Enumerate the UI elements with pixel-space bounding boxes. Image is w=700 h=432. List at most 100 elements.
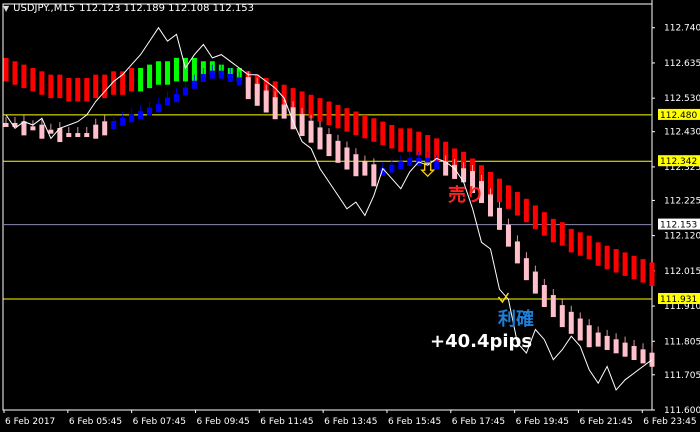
band-bar [371, 164, 377, 187]
cloud-bar [586, 235, 592, 260]
band-bar [272, 97, 278, 120]
cloud-bar [416, 131, 422, 156]
band-bar [604, 335, 610, 350]
y-tick-label: 111.705 [664, 371, 700, 381]
cloud-bar [496, 178, 502, 203]
cloud-bar [353, 111, 359, 136]
price-chart[interactable]: 112.740112.635112.530112.430112.325112.2… [0, 0, 700, 432]
band-bar [640, 349, 646, 364]
cloud-bar [613, 249, 619, 273]
x-tick-label: 6 Feb 09:45 [196, 417, 249, 427]
cloud-bar [48, 74, 54, 99]
band-bar [613, 339, 619, 354]
band-bar [335, 140, 341, 163]
cloud-bar [595, 242, 601, 266]
band-bar [93, 124, 99, 139]
band-bar [353, 154, 359, 177]
y-tick-label: 111.600 [664, 406, 700, 416]
cloud-bar [102, 74, 108, 99]
band-bar [299, 113, 305, 136]
band-bar [389, 164, 395, 173]
band-bar [488, 194, 493, 217]
x-tick-label: 6 Feb 21:45 [579, 417, 632, 427]
band-bar [84, 133, 90, 138]
band-bar [577, 318, 583, 341]
x-tick-label: 6 Feb 19:45 [516, 417, 569, 427]
y-tick-label: 111.805 [664, 337, 700, 347]
cloud-bar [138, 67, 144, 92]
cloud-bar [326, 101, 332, 125]
chart-header: ▼ USDJPY.,M15 112.123 112.189 112.108 11… [3, 3, 254, 14]
band-bar [218, 70, 224, 79]
band-bar [111, 120, 117, 129]
cloud-bar [66, 78, 72, 102]
x-tick-label: 6 Feb 23:45 [643, 417, 696, 427]
band-bar [631, 345, 637, 361]
band-bar [48, 129, 54, 134]
y-tick-label: 112.120 [664, 232, 700, 242]
cloud-bar [156, 61, 162, 85]
cloud-bar [147, 64, 153, 89]
cloud-bar [523, 198, 529, 223]
band-bar [362, 161, 368, 176]
profit-take-annotation: 利確 [498, 309, 534, 330]
y-tick-label: 112.635 [664, 59, 700, 69]
quote-values: 112.123 112.189 112.108 112.153 [79, 3, 255, 14]
y-tick-label: 112.430 [664, 128, 700, 138]
band-bar [120, 117, 126, 126]
cloud-bar [12, 61, 18, 85]
band-bar [75, 133, 81, 138]
band-bar [182, 87, 188, 96]
x-tick-label: 6 Feb 17:45 [452, 417, 505, 427]
level-badge-text: 111.931 [660, 295, 697, 305]
level-badge-text: 112.153 [660, 221, 697, 231]
band-bar [209, 70, 215, 79]
band-bar [595, 332, 601, 347]
band-bar [541, 284, 547, 307]
cloud-bar [21, 64, 27, 89]
cloud-bar [604, 245, 610, 270]
y-tick-label: 112.225 [664, 196, 700, 206]
band-bar [326, 134, 332, 157]
band-bar [344, 147, 350, 170]
cloud-bar [514, 192, 520, 216]
cloud-bar [362, 114, 368, 139]
band-bar [156, 104, 162, 113]
cloud-bar [389, 124, 395, 149]
band-bar [317, 127, 323, 150]
band-bar [200, 74, 206, 83]
cloud-bar [173, 57, 179, 82]
y-tick-label: 112.530 [664, 94, 700, 104]
symbol-label: USDJPY.,M15 [13, 3, 76, 14]
band-bar [254, 83, 260, 106]
cloud-bar [398, 128, 404, 152]
y-tick-label: 112.740 [664, 24, 700, 34]
cloud-bar [93, 74, 99, 99]
cloud-bar [371, 118, 377, 142]
cloud-bar [165, 61, 170, 85]
band-bar [245, 77, 251, 100]
band-bar [505, 224, 511, 247]
cloud-bar [577, 232, 583, 256]
chart-window[interactable]: 112.740 112.635 112.530 112.430 112.325 112.2… [0, 0, 700, 432]
band-bar [568, 311, 574, 334]
cloud-bar [344, 108, 350, 132]
cloud-bar [84, 78, 90, 102]
band-bar [559, 305, 565, 328]
cloud-bar [407, 128, 413, 152]
band-bar [102, 121, 108, 136]
cloud-bar [57, 74, 63, 99]
cloud-bar [335, 104, 341, 129]
chart-dropdown-icon[interactable]: ▼ [3, 4, 9, 13]
cloud-bar [30, 67, 36, 92]
cloud-bar [129, 67, 135, 92]
level-badge-text: 112.342 [660, 157, 697, 167]
band-bar [263, 90, 269, 113]
band-bar [236, 77, 242, 86]
x-tick-label: 6 Feb 07:45 [133, 417, 186, 427]
band-bar [147, 107, 153, 116]
band-bar [398, 161, 404, 170]
cloud-bar [3, 57, 9, 82]
cloud-bar [317, 98, 323, 122]
cloud-bar [550, 218, 556, 243]
